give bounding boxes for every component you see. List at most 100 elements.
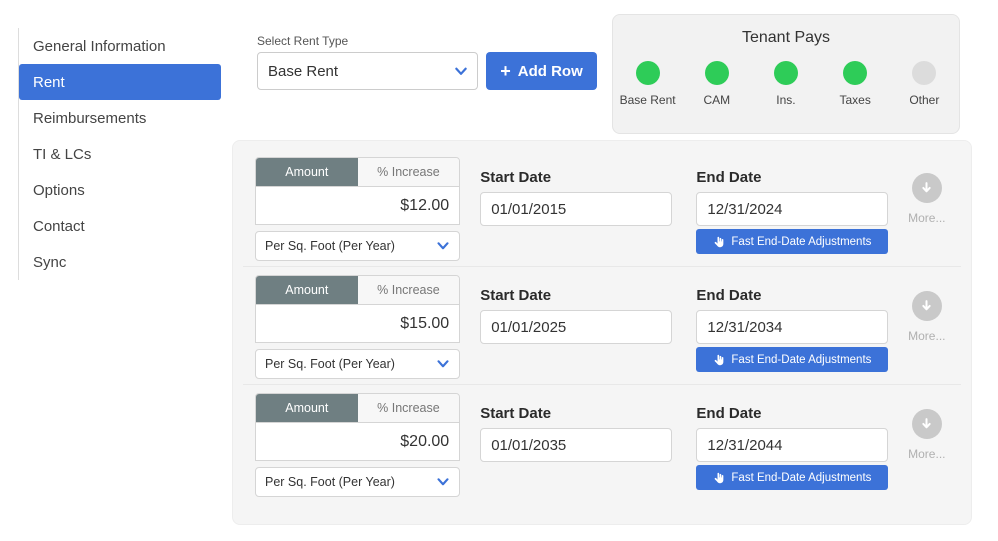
rent-unit-value: Per Sq. Foot (Per Year): [265, 357, 395, 371]
sidebar-item-label: General Information: [33, 37, 166, 55]
start-date-value: 01/01/2025: [491, 318, 567, 336]
sidebar-nav: General Information Rent Reimbursements …: [18, 28, 221, 280]
chevron-down-icon: [455, 65, 467, 77]
rent-unit-value: Per Sq. Foot (Per Year): [265, 239, 395, 253]
rent-type-select[interactable]: Base Rent: [257, 52, 478, 90]
status-indicator-off: [912, 61, 937, 85]
end-date-input[interactable]: 12/31/2034: [696, 310, 889, 344]
rent-unit-select[interactable]: Per Sq. Foot (Per Year): [255, 349, 461, 379]
amount-value: $15.00: [400, 314, 450, 332]
amount-type-toggle: Amount % Increase: [255, 275, 461, 305]
start-date-input[interactable]: 01/01/2035: [480, 428, 673, 462]
amount-column: Amount % Increase $12.00 Per Sq. Foot (P…: [255, 157, 461, 266]
tenant-pays-item-ins[interactable]: Ins.: [755, 61, 817, 107]
amount-toggle-label: Amount: [285, 165, 329, 179]
tenant-pays-item-cam[interactable]: CAM: [686, 61, 748, 107]
chevron-down-icon: [437, 358, 449, 370]
sidebar-item-sync[interactable]: Sync: [19, 244, 221, 280]
fast-end-date-adjustments-button[interactable]: Fast End-Date Adjustments: [696, 229, 889, 254]
tenant-pays-item-base-rent[interactable]: Base Rent: [617, 61, 679, 107]
percent-toggle-label: % Increase: [377, 283, 440, 297]
arrow-down-circle-icon: [911, 409, 942, 439]
fast-end-date-adjustments-button[interactable]: Fast End-Date Adjustments: [696, 465, 889, 490]
start-date-column: Start Date 01/01/2015: [480, 157, 676, 266]
amount-toggle-button[interactable]: Amount: [256, 394, 358, 422]
tenant-pays-title: Tenant Pays: [741, 29, 831, 46]
percent-increase-toggle-button[interactable]: % Increase: [357, 394, 460, 422]
tenant-pays-indicators: Base Rent CAM Ins. Taxes Other: [613, 61, 959, 107]
arrow-down-circle-icon: [911, 173, 942, 203]
end-date-input[interactable]: 12/31/2044: [696, 428, 889, 462]
start-date-input[interactable]: 01/01/2025: [480, 310, 673, 344]
more-label: More...: [908, 211, 946, 225]
pointing-hand-icon: [713, 354, 725, 366]
start-date-value: 01/01/2015: [491, 200, 567, 218]
amount-column: Amount % Increase $15.00 Per Sq. Foot (P…: [255, 275, 461, 384]
sidebar-item-reimbursements[interactable]: Reimbursements: [19, 100, 221, 136]
amount-input[interactable]: $20.00: [255, 423, 461, 461]
end-date-value: 12/31/2024: [707, 200, 783, 218]
sidebar-item-ti-and-lcs[interactable]: TI & LCs: [19, 136, 221, 172]
amount-input[interactable]: $15.00: [255, 305, 461, 343]
tenant-pays-item-label: CAM: [703, 93, 731, 107]
start-date-label: Start Date: [480, 169, 552, 186]
end-date-value: 12/31/2044: [707, 436, 783, 454]
tenant-pays-item-label: Taxes: [839, 93, 871, 107]
percent-toggle-label: % Increase: [377, 401, 440, 415]
amount-input[interactable]: $12.00: [255, 187, 461, 225]
sidebar-item-general-information[interactable]: General Information: [19, 28, 221, 64]
end-date-label: End Date: [696, 287, 762, 304]
add-row-button[interactable]: + Add Row: [486, 52, 597, 90]
tenant-pays-item-taxes[interactable]: Taxes: [824, 61, 886, 107]
amount-toggle-button[interactable]: Amount: [256, 158, 358, 186]
amount-toggle-label: Amount: [285, 401, 329, 415]
percent-increase-toggle-button[interactable]: % Increase: [357, 158, 460, 186]
sidebar-item-label: Rent: [33, 73, 65, 91]
start-date-label: Start Date: [480, 405, 552, 422]
fast-end-date-adjustments-button[interactable]: Fast End-Date Adjustments: [696, 347, 889, 372]
end-date-value: 12/31/2034: [707, 318, 783, 336]
end-date-column: End Date 12/31/2044 Fast End-Date Adjust…: [696, 393, 892, 503]
status-indicator-on: [773, 61, 798, 85]
tenant-pays-item-label: Ins.: [776, 93, 796, 107]
start-date-input[interactable]: 01/01/2015: [480, 192, 673, 226]
more-options-button[interactable]: More...: [893, 393, 961, 503]
sidebar-item-rent[interactable]: Rent: [19, 64, 221, 100]
more-options-button[interactable]: More...: [893, 275, 961, 384]
start-date-column: Start Date 01/01/2025: [480, 275, 676, 384]
end-date-label: End Date: [696, 405, 762, 422]
more-options-button[interactable]: More...: [893, 157, 961, 266]
sidebar-item-label: Options: [33, 181, 85, 199]
sidebar-item-options[interactable]: Options: [19, 172, 221, 208]
rent-rows-container: Amount % Increase $12.00 Per Sq. Foot (P…: [232, 140, 972, 525]
sidebar-item-contact[interactable]: Contact: [19, 208, 221, 244]
rent-unit-select[interactable]: Per Sq. Foot (Per Year): [255, 231, 461, 261]
tenant-pays-item-other[interactable]: Other: [893, 61, 955, 107]
tenant-pays-panel: Tenant Pays Base Rent CAM Ins. Taxes Oth…: [612, 14, 960, 134]
amount-type-toggle: Amount % Increase: [255, 393, 461, 423]
arrow-down-circle-icon: [911, 291, 942, 321]
rent-schedule-page: General Information Rent Reimbursements …: [0, 0, 998, 541]
percent-increase-toggle-button[interactable]: % Increase: [357, 276, 460, 304]
chevron-down-icon: [437, 240, 449, 252]
sidebar-item-label: Contact: [33, 217, 85, 235]
amount-toggle-label: Amount: [285, 283, 329, 297]
tenant-pays-item-label: Base Rent: [619, 93, 676, 107]
end-date-column: End Date 12/31/2034 Fast End-Date Adjust…: [696, 275, 892, 384]
start-date-label: Start Date: [480, 287, 552, 304]
rent-type-selected-value: Base Rent: [268, 62, 339, 80]
more-label: More...: [908, 329, 946, 343]
rent-unit-select[interactable]: Per Sq. Foot (Per Year): [255, 467, 461, 497]
amount-toggle-button[interactable]: Amount: [256, 276, 358, 304]
rent-type-toolbar: Select Rent Type Base Rent + Add Row: [257, 34, 597, 90]
start-date-column: Start Date 01/01/2035: [480, 393, 676, 503]
status-indicator-on: [635, 61, 660, 85]
pointing-hand-icon: [713, 236, 725, 248]
rent-type-label: Select Rent Type: [257, 34, 349, 48]
start-date-value: 01/01/2035: [491, 436, 567, 454]
end-date-input[interactable]: 12/31/2024: [696, 192, 889, 226]
status-indicator-on: [843, 61, 868, 85]
table-row: Amount % Increase $12.00 Per Sq. Foot (P…: [243, 149, 961, 267]
table-row: Amount % Increase $20.00 Per Sq. Foot (P…: [243, 385, 961, 503]
sidebar-item-label: Sync: [33, 253, 67, 271]
